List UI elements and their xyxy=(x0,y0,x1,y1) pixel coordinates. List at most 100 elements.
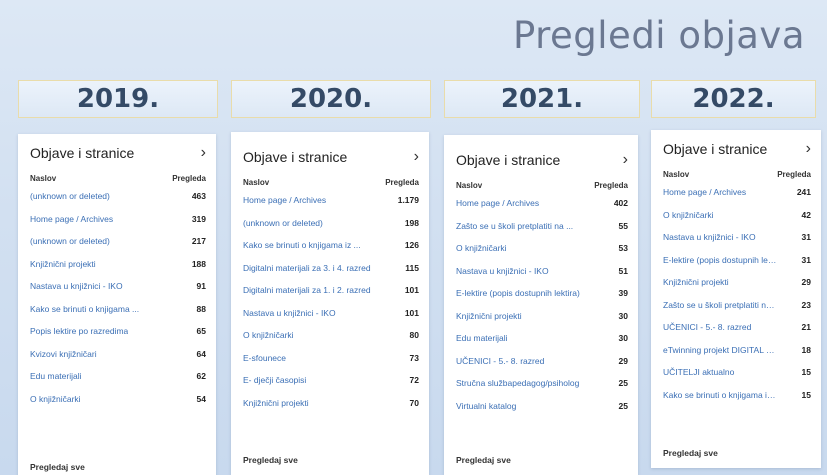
post-link[interactable]: (unknown or deleted) xyxy=(30,191,110,201)
post-link[interactable]: O knjižničarki xyxy=(456,243,507,253)
column-header-title: Naslov xyxy=(456,180,483,190)
post-link[interactable]: Kako se brinuti o knjigama iz ... xyxy=(243,240,361,250)
post-link[interactable]: Zašto se u školi pretplatiti na ... xyxy=(456,221,573,231)
post-link[interactable]: Edu materijali xyxy=(30,371,82,381)
post-link[interactable]: Kako se brinuti o knjigama ... xyxy=(30,304,139,314)
see-all-link[interactable]: Pregledaj sve xyxy=(456,455,511,465)
card-header: Objave i stranice › xyxy=(30,142,206,164)
table-row: UČENICI - 5.- 8. razred 21 xyxy=(663,316,811,339)
table-row: Edu materijali 62 xyxy=(30,365,206,388)
post-link[interactable]: Nastava u knjižnici - IKO xyxy=(30,281,123,291)
table-row: Stručna službapedagog/psiholog 25 xyxy=(456,372,628,395)
view-count: 21 xyxy=(801,322,811,333)
post-link[interactable]: Home page / Archives xyxy=(243,195,326,205)
post-link[interactable]: E-sfounece xyxy=(243,353,286,363)
column-header-views: Pregleda xyxy=(172,173,206,183)
post-link[interactable]: Kako se brinuti o knjigama iz ... xyxy=(663,390,778,400)
post-link[interactable]: Zašto se u školi pretplatiti na ... xyxy=(663,300,778,310)
year-column-2019: 2019. Objave i stranice › Naslov Pregled… xyxy=(18,80,218,475)
post-link[interactable]: Nastava u knjižnici - IKO xyxy=(663,232,756,242)
post-link[interactable]: UČENICI - 5.- 8. razred xyxy=(456,356,544,366)
card-header: Objave i stranice › xyxy=(243,146,419,168)
post-link[interactable]: Kvizovi knjižničari xyxy=(30,349,97,359)
year-label: 2021. xyxy=(444,80,640,118)
view-count: 18 xyxy=(801,344,811,355)
year-column-2022: 2022. Objave i stranice › Naslov Pregled… xyxy=(651,80,821,468)
post-link[interactable]: Edu materijali xyxy=(456,333,508,343)
view-count: 126 xyxy=(404,240,419,251)
post-link[interactable]: UČITELJI aktualno xyxy=(663,367,734,377)
view-count: 188 xyxy=(191,258,206,269)
table-row: Nastava u knjižnici - IKO 31 xyxy=(663,226,811,249)
table-row: Popis lektire po razredima 65 xyxy=(30,320,206,343)
view-count: 70 xyxy=(409,397,419,408)
view-count: 1.179 xyxy=(397,195,419,206)
page-title: Pregledi objava xyxy=(512,14,805,57)
view-count: 25 xyxy=(618,400,628,411)
view-count: 62 xyxy=(196,371,206,382)
table-row: Kako se brinuti o knjigama iz ... 15 xyxy=(663,384,811,407)
card-title: Objave i stranice xyxy=(243,149,348,165)
table-row: Home page / Archives 319 xyxy=(30,208,206,231)
post-link[interactable]: Home page / Archives xyxy=(30,214,113,224)
post-link[interactable]: O knjižničarki xyxy=(243,330,294,340)
chevron-right-icon[interactable]: › xyxy=(806,140,811,158)
column-header-views: Pregleda xyxy=(385,177,419,187)
post-link[interactable]: Popis lektire po razredima xyxy=(30,326,128,336)
table-row: Home page / Archives 402 xyxy=(456,192,628,215)
see-all-link[interactable]: Pregledaj sve xyxy=(30,462,85,472)
year-column-2021: 2021. Objave i stranice › Naslov Pregled… xyxy=(444,80,640,475)
view-count: 55 xyxy=(618,220,628,231)
column-header-title: Naslov xyxy=(30,173,57,183)
table-row: Edu materijali 30 xyxy=(456,327,628,350)
table-row: O knjižničarki 54 xyxy=(30,388,206,411)
table-row: Nastava u knjižnici - IKO 91 xyxy=(30,275,206,298)
table-row: (unknown or deleted) 217 xyxy=(30,230,206,253)
view-count: 72 xyxy=(409,375,419,386)
post-link[interactable]: Nastava u knjižnici - IKO xyxy=(243,308,336,318)
post-link[interactable]: (unknown or deleted) xyxy=(30,236,110,246)
view-count: 54 xyxy=(196,393,206,404)
post-link[interactable]: (unknown or deleted) xyxy=(243,218,323,228)
post-link[interactable]: Stručna službapedagog/psiholog xyxy=(456,378,579,388)
view-count: 80 xyxy=(409,330,419,341)
post-link[interactable]: Home page / Archives xyxy=(456,198,539,208)
view-count: 15 xyxy=(801,367,811,378)
see-all-link[interactable]: Pregledaj sve xyxy=(243,455,298,465)
table-row: eTwinning projekt DIGITAL HUB 18 xyxy=(663,339,811,362)
table-row: O knjižničarki 80 xyxy=(243,324,419,347)
post-link[interactable]: Digitalni materijali za 1. i 2. razred xyxy=(243,285,371,295)
post-link[interactable]: UČENICI - 5.- 8. razred xyxy=(663,322,751,332)
post-link[interactable]: E-lektire (popis dostupnih lektira) xyxy=(663,255,778,265)
chevron-right-icon[interactable]: › xyxy=(414,148,419,166)
post-link[interactable]: eTwinning projekt DIGITAL HUB xyxy=(663,345,778,355)
post-link[interactable]: Digitalni materijali za 3. i 4. razred xyxy=(243,263,371,273)
post-link[interactable]: E- dječji časopisi xyxy=(243,375,306,385)
view-count: 53 xyxy=(618,243,628,254)
posts-card: Objave i stranice › Naslov Pregleda Home… xyxy=(444,135,638,475)
post-link[interactable]: O knjižničarki xyxy=(663,210,714,220)
post-link[interactable]: Virtualni katalog xyxy=(456,401,516,411)
column-header-views: Pregleda xyxy=(594,180,628,190)
post-link[interactable]: Knjižnični projekti xyxy=(663,277,729,287)
post-link[interactable]: O knjižničarki xyxy=(30,394,81,404)
table-row: (unknown or deleted) 198 xyxy=(243,212,419,235)
chevron-right-icon[interactable]: › xyxy=(623,151,628,169)
chevron-right-icon[interactable]: › xyxy=(201,144,206,162)
table-row: Knjižnični projekti 29 xyxy=(663,271,811,294)
post-link[interactable]: Home page / Archives xyxy=(663,187,746,197)
post-link[interactable]: Nastava u knjižnici - IKO xyxy=(456,266,549,276)
view-count: 29 xyxy=(618,355,628,366)
post-link[interactable]: Knjižnični projekti xyxy=(243,398,309,408)
view-count: 30 xyxy=(618,333,628,344)
table-row: Nastava u knjižnici - IKO 101 xyxy=(243,302,419,325)
see-all-link[interactable]: Pregledaj sve xyxy=(663,448,718,458)
view-count: 402 xyxy=(613,198,628,209)
table-header: Naslov Pregleda xyxy=(456,178,628,192)
table-row: O knjižničarki 53 xyxy=(456,237,628,260)
post-link[interactable]: Knjižnični projekti xyxy=(30,259,96,269)
post-link[interactable]: Knjižnični projekti xyxy=(456,311,522,321)
table-row: E- dječji časopisi 72 xyxy=(243,369,419,392)
table-row: Kvizovi knjižničari 64 xyxy=(30,343,206,366)
post-link[interactable]: E-lektire (popis dostupnih lektira) xyxy=(456,288,580,298)
